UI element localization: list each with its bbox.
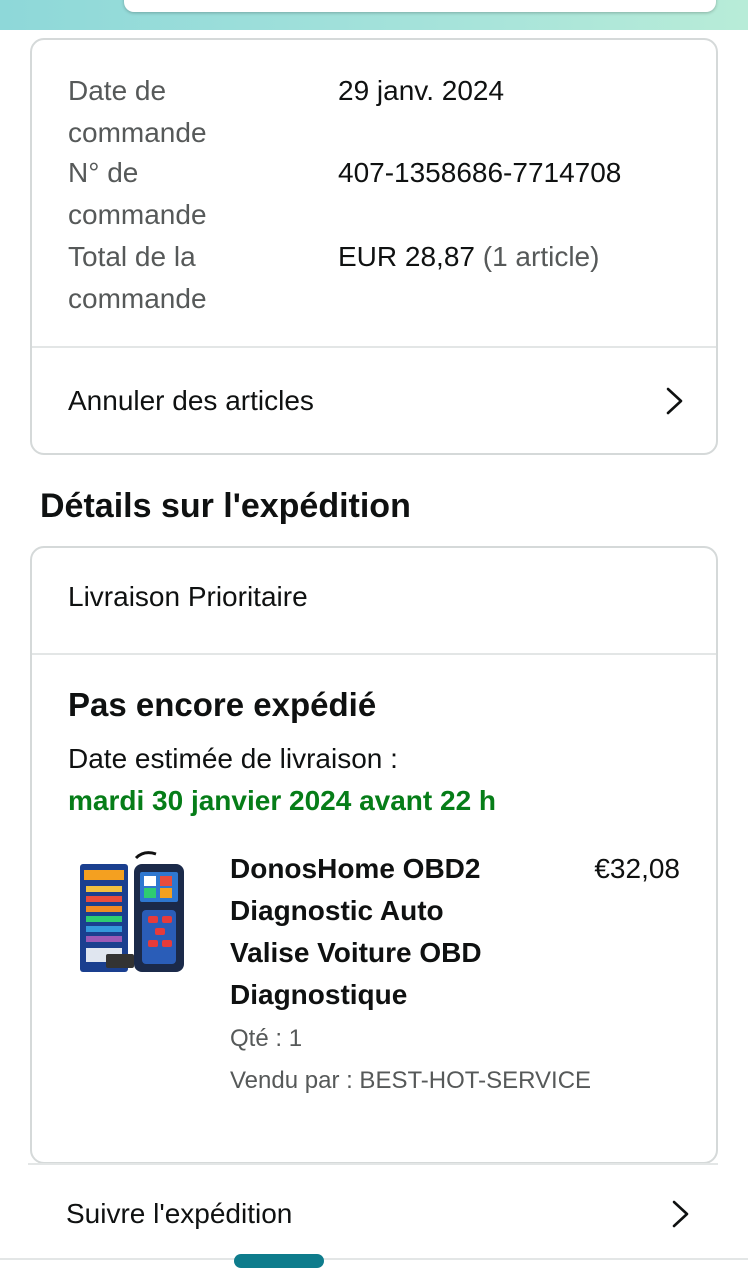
product-price: €32,08 bbox=[594, 853, 680, 884]
product-title[interactable]: DonosHome OBD2 Diagnostic Auto Valise Vo… bbox=[230, 848, 530, 1016]
divider bbox=[0, 1258, 748, 1260]
shipping-card: Livraison Prioritaire Pas encore expédié… bbox=[30, 546, 718, 1164]
order-date-value: 29 janv. 2024 bbox=[338, 75, 505, 106]
header-band bbox=[0, 0, 748, 30]
scroll-handle[interactable] bbox=[234, 1254, 324, 1268]
order-number-label: N° de commande bbox=[68, 157, 207, 230]
divider bbox=[28, 1163, 718, 1165]
shipment-status: Pas encore expédié bbox=[68, 686, 377, 723]
product-quantity: Qté : 1 bbox=[230, 1025, 303, 1052]
chevron-right-icon bbox=[672, 1200, 689, 1228]
track-shipment-label: Suivre l'expédition bbox=[66, 1198, 293, 1229]
cancel-items-link[interactable]: Annuler des articles bbox=[32, 348, 716, 453]
order-number-value: 407-1358686-7714708 bbox=[338, 157, 622, 188]
track-shipment-link[interactable]: Suivre l'expédition bbox=[0, 1168, 748, 1260]
order-total-label: Total de la commande bbox=[68, 241, 207, 314]
product-image[interactable] bbox=[78, 850, 188, 978]
chevron-right-icon bbox=[666, 387, 683, 414]
search-bar[interactable] bbox=[124, 0, 716, 12]
order-total: EUR 28,87 (1 article) bbox=[338, 236, 599, 278]
estimate-label: Date estimée de livraison : bbox=[68, 743, 398, 774]
order-date-label: Date de commande bbox=[68, 75, 207, 148]
order-total-value: EUR 28,87 bbox=[338, 241, 475, 272]
order-total-items: (1 article) bbox=[482, 241, 600, 272]
shipping-section-title: Détails sur l'expédition bbox=[40, 487, 411, 525]
shipping-method: Livraison Prioritaire bbox=[68, 581, 308, 612]
product-seller: Vendu par : BEST-HOT-SERVICE bbox=[230, 1067, 592, 1094]
estimate-date: mardi 30 janvier 2024 avant 22 h bbox=[68, 785, 497, 816]
order-summary-card: Date de commande 29 janv. 2024 N° de com… bbox=[30, 38, 718, 455]
divider bbox=[32, 653, 716, 655]
cancel-items-label: Annuler des articles bbox=[68, 384, 314, 416]
